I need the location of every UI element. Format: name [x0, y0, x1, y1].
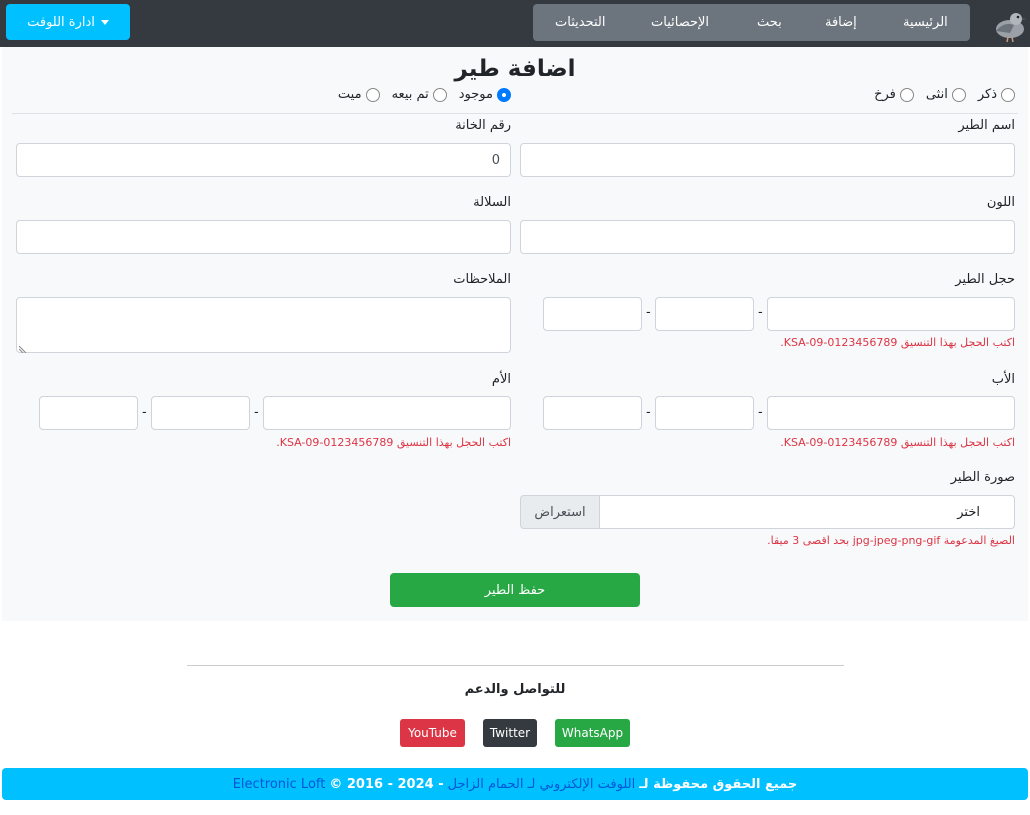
- radio-label: ميت: [337, 87, 362, 102]
- status-radio-group: موجود تم بيعه ميت: [338, 87, 511, 102]
- father-ring-number-input[interactable]: [767, 396, 1015, 430]
- notes-label: الملاحظات: [453, 272, 511, 287]
- dash-separator: -: [758, 405, 763, 420]
- youtube-button[interactable]: YouTube: [400, 719, 465, 747]
- box-number-input[interactable]: 0: [16, 143, 511, 177]
- ring-number-input[interactable]: [767, 297, 1015, 331]
- file-choose-label: اختر: [957, 504, 980, 520]
- radio-label: ذكر: [977, 87, 997, 102]
- ring-format-hint: اكتب الحجل بهذا التنسيق KSA-09-012345678…: [780, 336, 1015, 349]
- sex-female-radio[interactable]: انثى: [926, 87, 966, 102]
- navbar: الرئيسية إضافة بحث الإحصائيات التحديثات …: [0, 0, 1030, 47]
- copyright-prefix: جميع الحقوق محفوظة لـ: [639, 776, 798, 792]
- copyright-years: - 2024 - 2016 ©: [329, 776, 444, 792]
- status-sold-radio[interactable]: تم بيعه: [392, 87, 447, 102]
- divider: [12, 113, 1018, 114]
- contact-heading: للتواصل والدعم: [464, 682, 566, 697]
- photo-format-hint: الصيغ المدعومة jpg-jpeg-png-gif بحد اقصى…: [767, 534, 1015, 547]
- mother-ring-number-input[interactable]: [263, 396, 511, 430]
- father-label: الأب: [991, 372, 1015, 387]
- dash-separator: -: [758, 305, 763, 320]
- mother-label: الأم: [491, 372, 511, 387]
- radio-circle-icon[interactable]: [1001, 87, 1015, 102]
- dash-separator: -: [646, 405, 651, 420]
- breed-label: السلالة: [473, 195, 511, 210]
- copyright-bar: جميع الحقوق محفوظة لـ اللوفت الإلكتروني …: [2, 768, 1028, 800]
- loft-management-label: ادارة اللوفت: [27, 14, 95, 30]
- mother-ring-year-input[interactable]: [151, 396, 250, 430]
- radio-circle-icon[interactable]: [365, 87, 380, 102]
- whatsapp-button[interactable]: WhatsApp: [555, 719, 630, 747]
- box-number-value: 0: [491, 152, 500, 168]
- dash-separator: -: [142, 405, 147, 420]
- father-ring-year-input[interactable]: [655, 396, 754, 430]
- radio-label: موجود: [458, 87, 493, 102]
- photo-file-input[interactable]: اختر: [599, 495, 1015, 529]
- nav-add[interactable]: إضافة: [825, 15, 857, 30]
- radio-selected-icon[interactable]: [497, 87, 511, 102]
- sex-chick-radio[interactable]: فرخ: [874, 87, 914, 102]
- dash-separator: -: [254, 405, 259, 420]
- nav-updates[interactable]: التحديثات: [555, 15, 605, 30]
- color-input[interactable]: [520, 220, 1015, 254]
- father-ring-country-input[interactable]: [543, 396, 642, 430]
- nav-search[interactable]: بحث: [757, 15, 782, 30]
- copyright-brand[interactable]: Electronic Loft: [233, 777, 326, 792]
- photo-label: صورة الطير: [950, 470, 1015, 485]
- browse-button[interactable]: استعراض: [520, 495, 600, 529]
- mother-ring-hint: اكتب الحجل بهذا التنسيق KSA-09-012345678…: [276, 436, 511, 449]
- radio-circle-icon[interactable]: [899, 87, 914, 102]
- sex-male-radio[interactable]: ذكر: [978, 87, 1015, 102]
- loft-management-dropdown[interactable]: ادارة اللوفت: [6, 4, 130, 40]
- dash-separator: -: [646, 305, 651, 320]
- bird-name-input[interactable]: [520, 143, 1015, 177]
- ring-year-input[interactable]: [655, 297, 754, 331]
- father-ring-hint: اكتب الحجل بهذا التنسيق KSA-09-012345678…: [780, 436, 1015, 449]
- mother-ring-country-input[interactable]: [39, 396, 138, 430]
- radio-label: تم بيعه: [391, 87, 429, 102]
- sex-radio-group: ذكر انثى فرخ: [874, 87, 1015, 102]
- notes-textarea[interactable]: [16, 297, 511, 354]
- pigeon-logo-icon[interactable]: [990, 3, 1028, 43]
- resize-handle-icon[interactable]: [18, 342, 28, 354]
- radio-circle-icon[interactable]: [951, 87, 966, 102]
- radio-circle-icon[interactable]: [432, 87, 447, 102]
- save-bird-button[interactable]: حفظ الطير: [390, 573, 640, 607]
- twitter-button[interactable]: Twitter: [483, 719, 537, 747]
- box-number-label: رقم الخانة: [455, 118, 511, 133]
- caret-down-icon: [100, 19, 109, 25]
- status-dead-radio[interactable]: ميت: [338, 87, 380, 102]
- color-label: اللون: [986, 195, 1015, 210]
- copyright-link[interactable]: اللوفت الإلكتروني لـ الحمام الزاجل: [448, 777, 636, 792]
- breed-input[interactable]: [16, 220, 511, 254]
- footer-divider: [187, 665, 844, 666]
- radio-label: فرخ: [874, 87, 896, 102]
- ring-label: حجل الطير: [955, 272, 1015, 287]
- nav-statistics[interactable]: الإحصائيات: [651, 15, 709, 30]
- page-title: اضافة طير: [454, 56, 576, 82]
- radio-label: انثى: [925, 87, 948, 102]
- ring-country-input[interactable]: [543, 297, 642, 331]
- status-present-radio[interactable]: موجود: [459, 87, 511, 102]
- bird-name-label: اسم الطير: [958, 118, 1015, 133]
- nav-home[interactable]: الرئيسية: [903, 15, 948, 30]
